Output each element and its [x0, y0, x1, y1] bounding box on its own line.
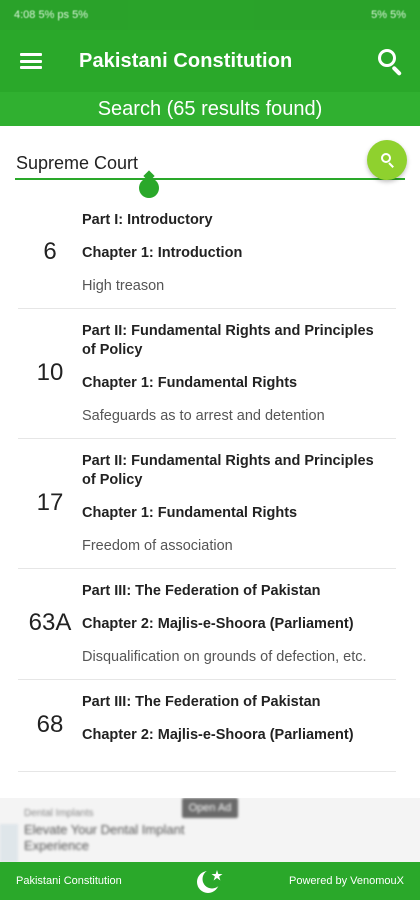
article-number: 6	[43, 238, 57, 265]
result-part: Part III: The Federation of Pakistan	[82, 583, 321, 599]
article-number: 63A	[28, 609, 72, 636]
result-chapter: Chapter 1: Fundamental Rights	[82, 505, 298, 521]
article-number: 17	[36, 488, 64, 516]
status-bar: 4:08 5% ps 5% 5% 5%	[0, 0, 420, 30]
result-chapter: Chapter 1: Introduction	[82, 245, 243, 261]
result-chapter: Chapter 2: Majlis-e-Shoora (Parliament)	[82, 727, 354, 743]
hamburger-menu-icon[interactable]	[20, 53, 42, 69]
result-chapter: Chapter 1: Fundamental Rights	[82, 375, 298, 391]
search-icon[interactable]	[376, 47, 404, 76]
result-part: Part I: Introductory	[82, 212, 213, 228]
crescent-star-icon	[197, 869, 223, 893]
article-number: 10	[36, 358, 64, 386]
status-bar-right: 5% 5%	[371, 9, 406, 21]
result-title: High treason	[82, 278, 165, 294]
app-title: Pakistani Constitution	[79, 49, 293, 72]
search-input[interactable]	[16, 150, 366, 176]
article-number: 68	[36, 710, 64, 738]
ad-banner[interactable]: Dental Implants Elevate Your Dental Impl…	[0, 798, 420, 862]
footer-app-name: Pakistani Constitution	[16, 875, 122, 887]
ad-line-3: Experience	[24, 838, 90, 853]
result-item[interactable]: 10 Part II: Fundamental Rights and Princ…	[18, 309, 396, 439]
results-list: 6 Part I: Introductory Chapter 1: Introd…	[0, 198, 420, 798]
ad-text: Dental Implants Elevate Your Dental Impl…	[24, 806, 184, 854]
result-item[interactable]: 6 Part I: Introductory Chapter 1: Introd…	[18, 198, 396, 309]
result-title: Safeguards as to arrest and detention	[82, 408, 325, 424]
footer-powered-by: Powered by VenomouX	[289, 875, 404, 887]
result-title: Disqualification on grounds of defection…	[82, 649, 367, 665]
result-item[interactable]: 63A Part III: The Federation of Pakistan…	[18, 569, 396, 680]
ad-open-button[interactable]: Open Ad	[182, 798, 238, 818]
app-bar: Pakistani Constitution	[0, 30, 420, 92]
search-underline	[15, 178, 405, 180]
ad-line-2: Elevate Your Dental Implant	[24, 822, 185, 837]
result-part: Part II: Fundamental Rights and Principl…	[82, 453, 374, 488]
footer-bar: Pakistani Constitution Powered by Venomo…	[0, 862, 420, 900]
results-count-banner: Search (65 results found)	[0, 92, 420, 126]
search-submit-button[interactable]	[367, 140, 407, 180]
result-part: Part II: Fundamental Rights and Principl…	[82, 323, 374, 358]
result-chapter: Chapter 2: Majlis-e-Shoora (Parliament)	[82, 616, 354, 632]
status-bar-left: 4:08 5% ps 5%	[14, 9, 88, 21]
result-part: Part III: The Federation of Pakistan	[82, 694, 321, 710]
text-cursor-handle[interactable]	[139, 178, 159, 198]
search-row	[0, 126, 420, 198]
ad-image	[0, 824, 18, 862]
result-item[interactable]: 17 Part II: Fundamental Rights and Princ…	[18, 439, 396, 569]
result-item[interactable]: 68 Part III: The Federation of Pakistan …	[18, 680, 396, 772]
ad-line-1: Dental Implants	[24, 808, 94, 819]
result-title: Freedom of association	[82, 538, 233, 554]
